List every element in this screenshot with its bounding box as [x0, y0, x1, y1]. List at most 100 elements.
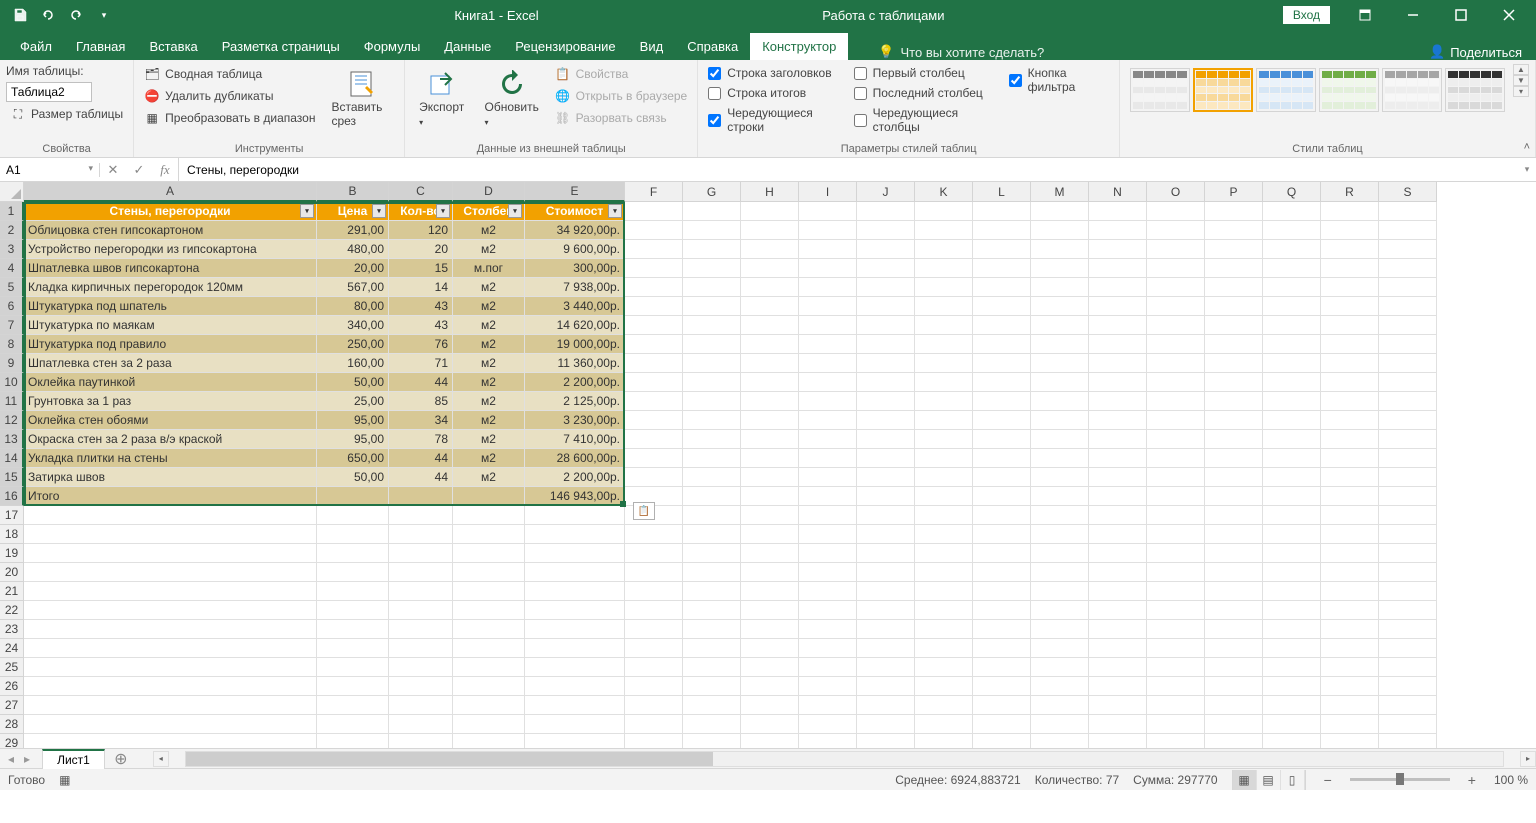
resize-table-button[interactable]: ⛶Размер таблицы [6, 104, 127, 124]
cell[interactable] [1205, 373, 1263, 392]
cell[interactable] [625, 658, 683, 677]
cell[interactable] [1147, 468, 1205, 487]
row-header-25[interactable]: 25 [0, 658, 24, 677]
cell[interactable] [1205, 202, 1263, 221]
cell[interactable] [857, 373, 915, 392]
row-header-11[interactable]: 11 [0, 392, 24, 411]
cell[interactable]: Затирка швов [24, 468, 317, 487]
cell[interactable] [317, 677, 389, 696]
cell[interactable] [1031, 449, 1089, 468]
cell[interactable] [683, 525, 741, 544]
cell[interactable] [1321, 259, 1379, 278]
cell[interactable]: м.пог [453, 259, 525, 278]
cell[interactable] [1263, 316, 1321, 335]
to-range-button[interactable]: ▦Преобразовать в диапазон [140, 108, 319, 128]
cell[interactable] [317, 639, 389, 658]
cell[interactable] [525, 563, 625, 582]
cell[interactable] [1205, 506, 1263, 525]
cell[interactable] [1379, 259, 1437, 278]
cell[interactable] [1089, 240, 1147, 259]
cell[interactable] [453, 639, 525, 658]
cell[interactable] [1089, 563, 1147, 582]
cell[interactable] [1089, 601, 1147, 620]
cell[interactable] [1321, 715, 1379, 734]
maximize-icon[interactable] [1438, 0, 1484, 30]
cell[interactable] [1089, 354, 1147, 373]
cell[interactable] [683, 411, 741, 430]
cell[interactable] [799, 715, 857, 734]
cell[interactable] [741, 601, 799, 620]
cell[interactable] [1263, 525, 1321, 544]
cell[interactable] [915, 449, 973, 468]
gallery-more-icon[interactable]: ▾ [1513, 86, 1529, 97]
cell[interactable] [1379, 354, 1437, 373]
cell[interactable] [1205, 487, 1263, 506]
cell[interactable] [389, 506, 453, 525]
row-header-28[interactable]: 28 [0, 715, 24, 734]
gallery-up-icon[interactable]: ▲ [1513, 64, 1529, 75]
cell[interactable] [317, 658, 389, 677]
cell[interactable] [1147, 430, 1205, 449]
cell[interactable] [389, 715, 453, 734]
chk-total-row[interactable]: Строка итогов [704, 84, 845, 102]
cell[interactable] [1321, 639, 1379, 658]
cell[interactable] [683, 202, 741, 221]
col-header-M[interactable]: M [1031, 182, 1089, 202]
cell[interactable] [1205, 468, 1263, 487]
cell[interactable] [973, 620, 1031, 639]
row-header-20[interactable]: 20 [0, 563, 24, 582]
cell[interactable] [625, 620, 683, 639]
cell[interactable] [741, 297, 799, 316]
col-header-L[interactable]: L [973, 182, 1031, 202]
cell[interactable] [453, 525, 525, 544]
cell[interactable] [1263, 582, 1321, 601]
cell[interactable] [915, 430, 973, 449]
cell[interactable] [24, 506, 317, 525]
cell[interactable]: Штукатурка под шпатель [24, 297, 317, 316]
cell[interactable] [1147, 202, 1205, 221]
cell[interactable] [24, 677, 317, 696]
cell[interactable] [799, 316, 857, 335]
cell[interactable] [1205, 297, 1263, 316]
cell[interactable] [683, 240, 741, 259]
formula-input[interactable]: Стены, перегородки [179, 163, 1518, 177]
cell[interactable]: Устройство перегородки из гипсокартона [24, 240, 317, 259]
cell[interactable]: 300,00р. [525, 259, 625, 278]
cell[interactable] [915, 392, 973, 411]
cell[interactable]: 78 [389, 430, 453, 449]
cell[interactable] [683, 430, 741, 449]
cell[interactable] [1379, 373, 1437, 392]
cell[interactable]: м2 [453, 468, 525, 487]
cell[interactable] [857, 411, 915, 430]
tab-review[interactable]: Рецензирование [503, 33, 627, 60]
tab-help[interactable]: Справка [675, 33, 750, 60]
row-header-12[interactable]: 12 [0, 411, 24, 430]
cell[interactable] [915, 677, 973, 696]
cell[interactable] [857, 734, 915, 748]
cell[interactable] [317, 601, 389, 620]
row-header-27[interactable]: 27 [0, 696, 24, 715]
cell[interactable] [625, 202, 683, 221]
cell[interactable] [1205, 601, 1263, 620]
cell[interactable] [799, 525, 857, 544]
cell[interactable] [683, 582, 741, 601]
cell[interactable] [973, 715, 1031, 734]
cell[interactable]: 3 440,00р. [525, 297, 625, 316]
cell[interactable] [857, 525, 915, 544]
scroll-thumb[interactable] [186, 752, 713, 766]
cell[interactable] [1321, 487, 1379, 506]
cell[interactable] [1263, 240, 1321, 259]
cell[interactable] [683, 506, 741, 525]
paste-options-icon[interactable]: 📋 [633, 502, 655, 520]
chk-banded-cols[interactable]: Чередующиеся столбцы [850, 104, 1001, 136]
cell[interactable] [1089, 449, 1147, 468]
cell[interactable] [857, 335, 915, 354]
cell[interactable] [973, 734, 1031, 748]
cell[interactable] [741, 582, 799, 601]
cell[interactable] [525, 715, 625, 734]
zoom-in-icon[interactable]: + [1464, 772, 1480, 788]
cell[interactable] [683, 487, 741, 506]
cell[interactable] [1379, 278, 1437, 297]
cell[interactable] [389, 639, 453, 658]
cell[interactable]: 567,00 [317, 278, 389, 297]
